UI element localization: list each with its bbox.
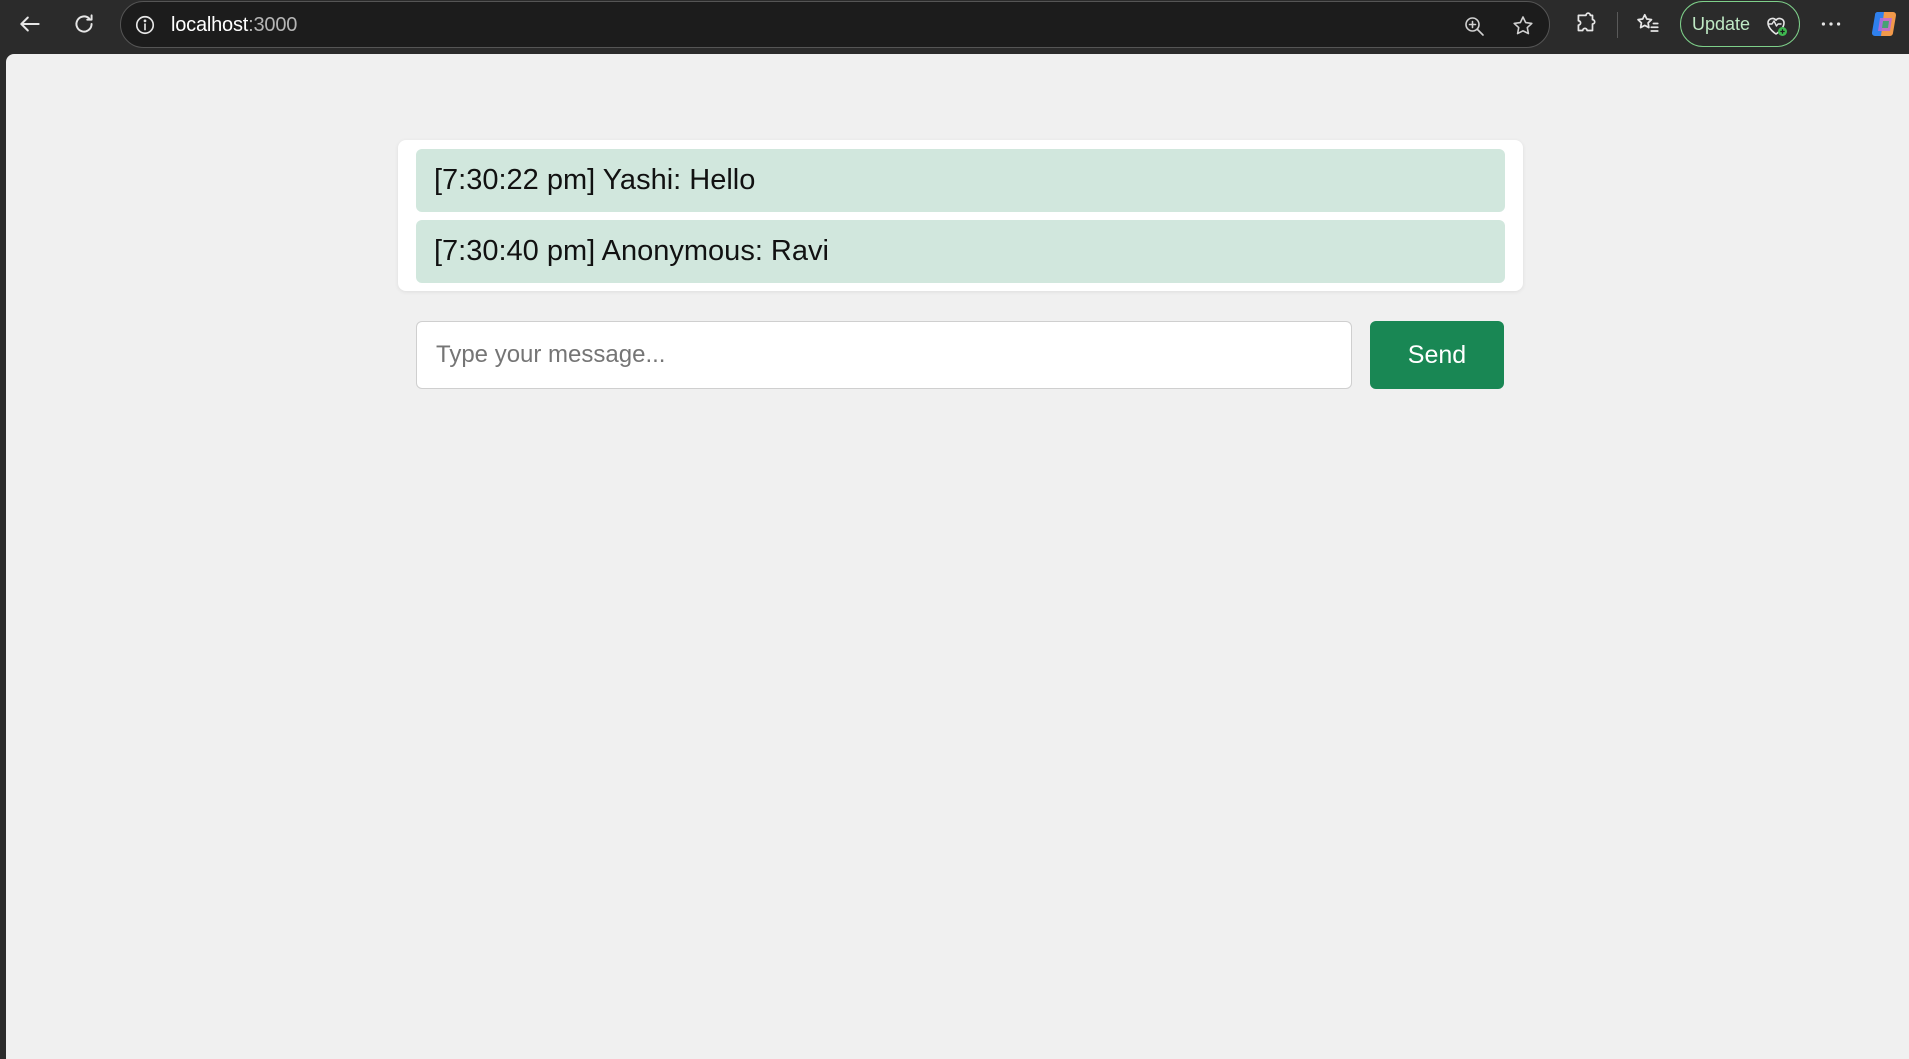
chat-message: [7:30:22 pm] Yashi: Hello	[416, 149, 1505, 212]
star-icon[interactable]	[1509, 12, 1537, 40]
reload-icon	[71, 11, 97, 37]
page-viewport: [7:30:22 pm] Yashi: Hello [7:30:40 pm] A…	[6, 54, 1909, 1059]
update-button[interactable]: Update	[1680, 1, 1800, 47]
chat-message: [7:30:40 pm] Anonymous: Ravi	[416, 220, 1505, 283]
more-horizontal-icon	[1818, 11, 1844, 37]
more-options-button[interactable]	[1811, 4, 1851, 44]
back-arrow-icon	[17, 11, 43, 37]
address-bar[interactable]: localhost:3000	[120, 1, 1550, 48]
info-icon[interactable]	[133, 13, 157, 37]
extensions-button[interactable]	[1566, 4, 1606, 44]
message-input[interactable]	[416, 321, 1352, 389]
send-button[interactable]: Send	[1370, 321, 1504, 389]
heart-pulse-icon	[1763, 12, 1789, 38]
toolbar-divider	[1617, 12, 1618, 38]
back-button[interactable]	[10, 4, 50, 44]
url-port: :3000	[248, 14, 298, 36]
favorites-button[interactable]	[1628, 4, 1668, 44]
copilot-icon	[1868, 7, 1902, 41]
update-label: Update	[1692, 13, 1751, 34]
url-text[interactable]: localhost:3000	[171, 14, 297, 36]
chat-messages-box: [7:30:22 pm] Yashi: Hello [7:30:40 pm] A…	[398, 140, 1523, 291]
message-composer: Send	[416, 321, 1505, 389]
copilot-button[interactable]	[1865, 4, 1905, 44]
reload-button[interactable]	[64, 4, 104, 44]
browser-toolbar: localhost:3000 Update	[0, 0, 1909, 54]
url-host: localhost	[171, 14, 249, 36]
favorites-list-icon	[1635, 11, 1661, 37]
puzzle-icon	[1573, 11, 1599, 37]
zoom-in-icon[interactable]	[1460, 12, 1488, 40]
